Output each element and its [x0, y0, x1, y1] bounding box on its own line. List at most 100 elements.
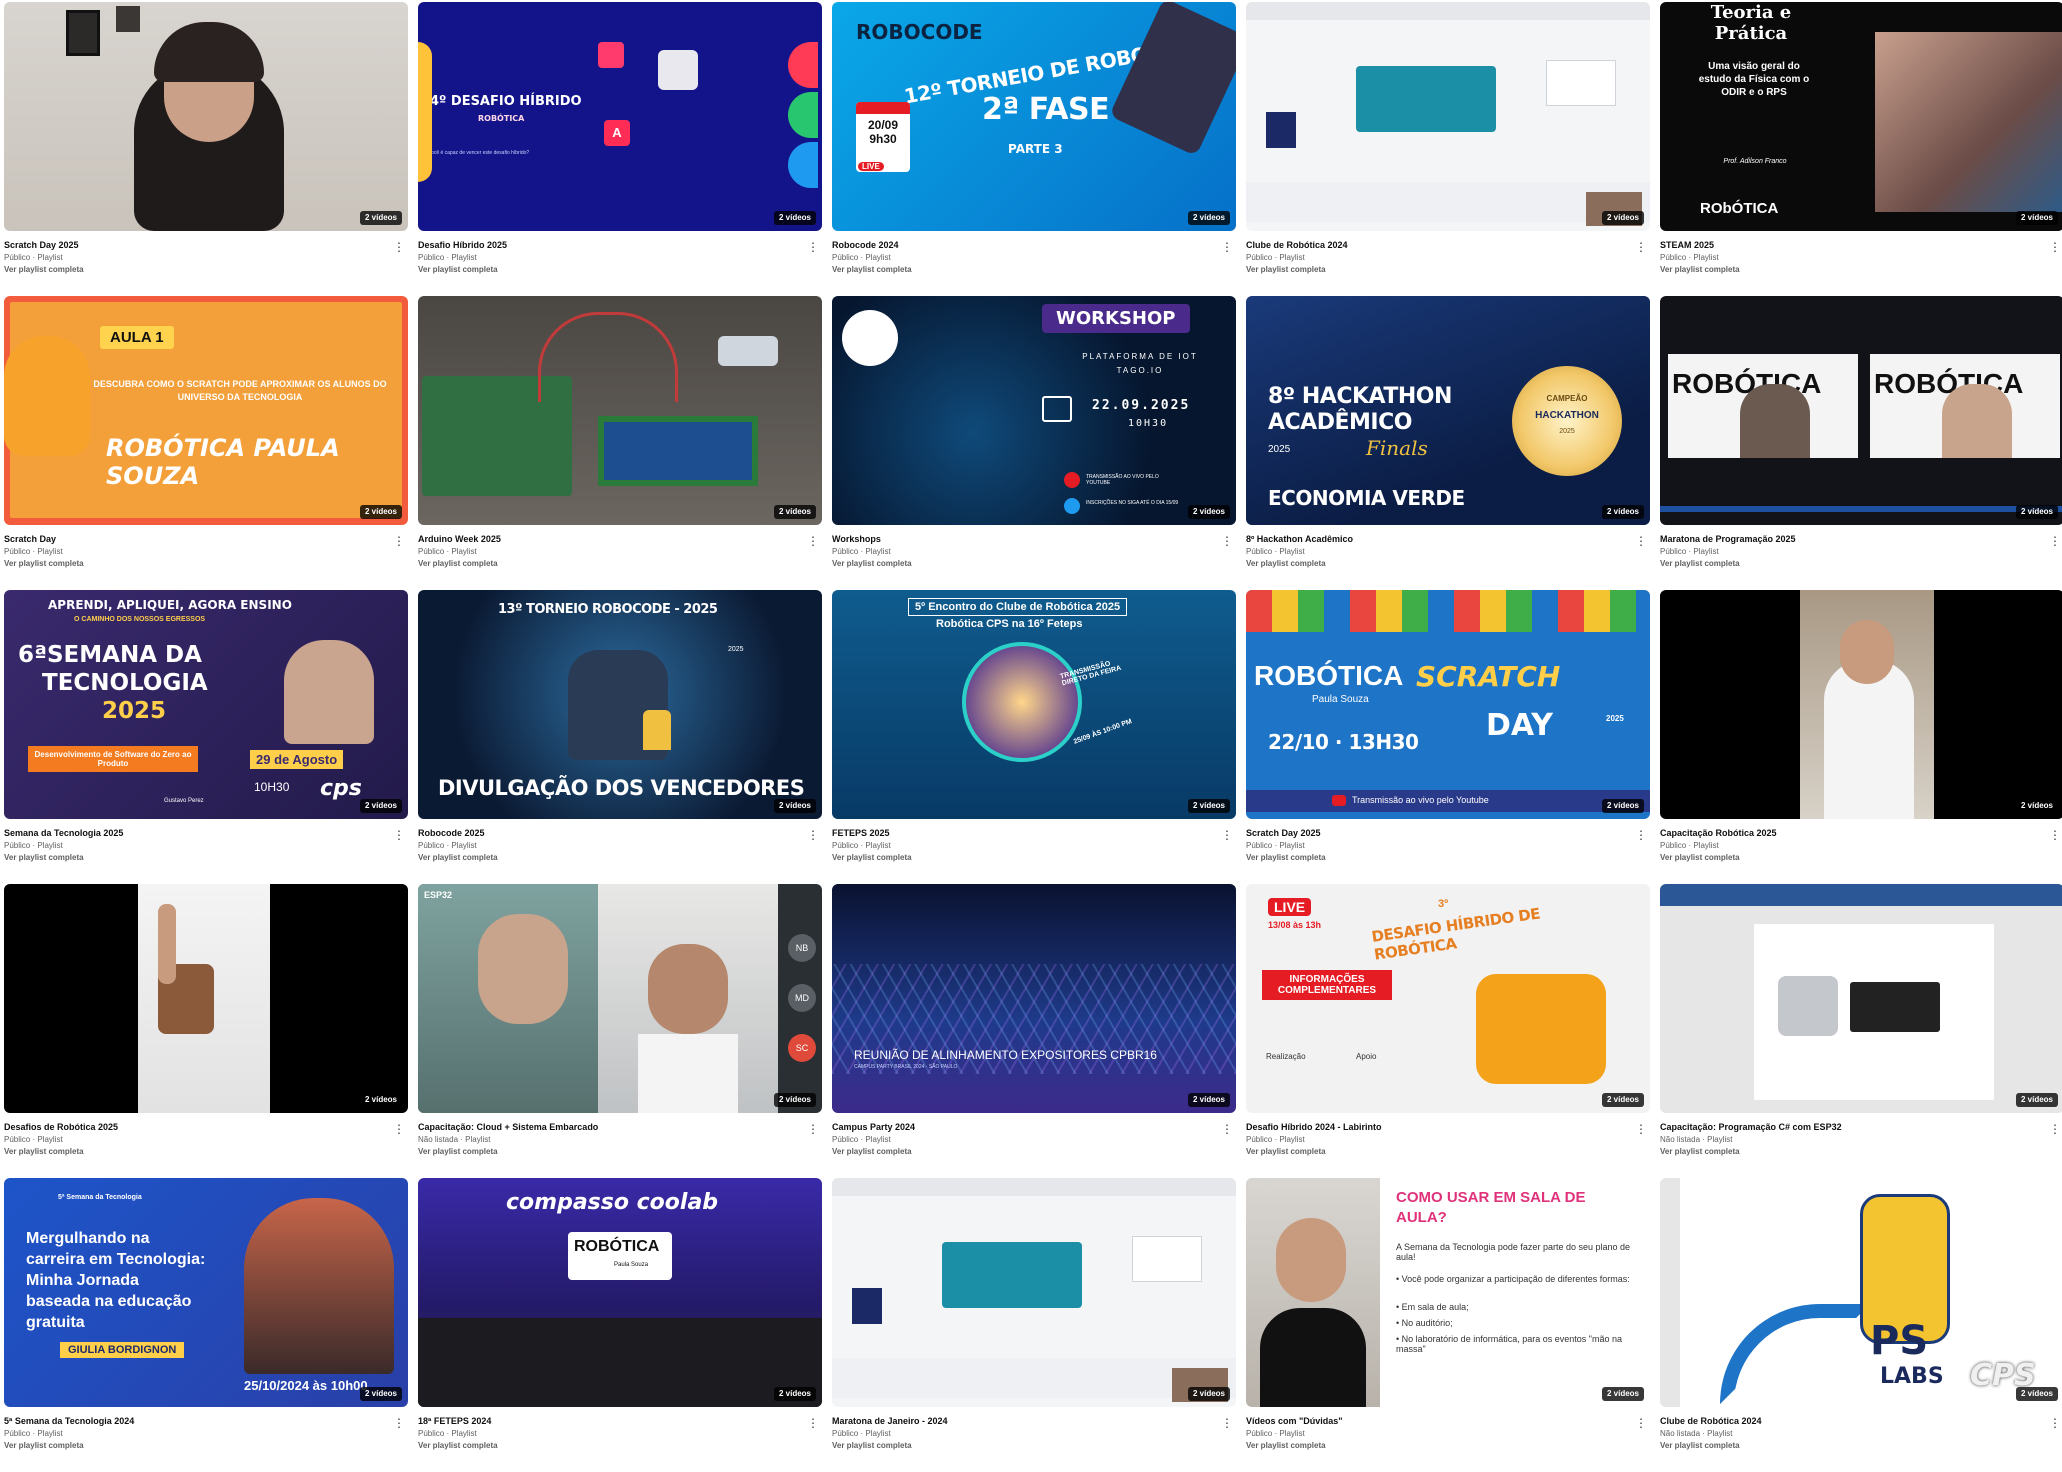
playlist-title[interactable]: Campus Party 2024 — [832, 1122, 1216, 1132]
more-options-icon[interactable]: ⋮ — [1220, 1414, 1234, 1432]
playlist-thumbnail[interactable]: LIVE 13/08 às 13h 3º DESAFIO HÍBRIDO DE … — [1246, 884, 1650, 1113]
playlist-card[interactable]: 2 vídeos Arduino Week 2025 Público · Pla… — [418, 296, 822, 590]
playlist-card[interactable]: AULA 1 DESCUBRA COMO O SCRATCH PODE APRO… — [4, 296, 408, 590]
view-full-playlist-link[interactable]: Ver playlist completa — [1660, 559, 1740, 568]
more-options-icon[interactable]: ⋮ — [2048, 532, 2062, 550]
playlist-card[interactable]: 2 vídeos Desafios de Robótica 2025 Públi… — [4, 884, 408, 1178]
playlist-card[interactable]: 2 vídeos Scratch Day 2025 Público · Play… — [4, 2, 408, 296]
playlist-thumbnail[interactable]: compasso coolab ROBÓTICA Paula Souza 2 v… — [418, 1178, 822, 1407]
view-full-playlist-link[interactable]: Ver playlist completa — [832, 559, 912, 568]
playlist-card[interactable]: 5ª Semana da Tecnologia Mergulhando na c… — [4, 1178, 408, 1472]
view-full-playlist-link[interactable]: Ver playlist completa — [1660, 853, 1740, 862]
view-full-playlist-link[interactable]: Ver playlist completa — [418, 1441, 498, 1450]
more-options-icon[interactable]: ⋮ — [2048, 826, 2062, 844]
playlist-card[interactable]: 4º DESAFIO HÍBRIDO ROBÓTICA Você é capaz… — [418, 2, 822, 296]
playlist-title[interactable]: FETEPS 2025 — [832, 828, 1216, 838]
view-full-playlist-link[interactable]: Ver playlist completa — [4, 265, 84, 274]
playlist-card[interactable]: 2 vídeos Capacitação: Programação C# com… — [1660, 884, 2062, 1178]
playlist-thumbnail[interactable]: AULA 1 DESCUBRA COMO O SCRATCH PODE APRO… — [4, 296, 408, 525]
more-options-icon[interactable]: ⋮ — [392, 1120, 406, 1138]
more-options-icon[interactable]: ⋮ — [392, 238, 406, 256]
more-options-icon[interactable]: ⋮ — [1634, 826, 1648, 844]
playlist-thumbnail[interactable]: 13º TORNEIO ROBOCODE - 2025 2025 DIVULGA… — [418, 590, 822, 819]
playlist-title[interactable]: Arduino Week 2025 — [418, 534, 802, 544]
playlist-thumbnail[interactable]: WORKSHOP PLATAFORMA DE IOT TAGO.IO 22.09… — [832, 296, 1236, 525]
view-full-playlist-link[interactable]: Ver playlist completa — [1246, 265, 1326, 274]
playlist-thumbnail[interactable]: 2 vídeos — [1660, 590, 2062, 819]
playlist-thumbnail[interactable]: ROBÓTICA ROBÓTICA 2 vídeos — [1660, 296, 2062, 525]
view-full-playlist-link[interactable]: Ver playlist completa — [832, 1147, 912, 1156]
more-options-icon[interactable]: ⋮ — [1634, 1120, 1648, 1138]
view-full-playlist-link[interactable]: Ver playlist completa — [4, 853, 84, 862]
playlist-thumbnail[interactable]: ESP32 NB MD SC 2 vídeos — [418, 884, 822, 1113]
view-full-playlist-link[interactable]: Ver playlist completa — [418, 559, 498, 568]
playlist-thumbnail[interactable]: 2 vídeos — [1246, 2, 1650, 231]
view-full-playlist-link[interactable]: Ver playlist completa — [1246, 559, 1326, 568]
more-options-icon[interactable]: ⋮ — [1634, 238, 1648, 256]
playlist-title[interactable]: Robocode 2024 — [832, 240, 1216, 250]
playlist-title[interactable]: Capacitação Robótica 2025 — [1660, 828, 2044, 838]
playlist-card[interactable]: COMO USAR EM SALA DE AULA? A Semana da T… — [1246, 1178, 1650, 1472]
more-options-icon[interactable]: ⋮ — [806, 1414, 820, 1432]
playlist-card[interactable]: 2 vídeos Capacitação Robótica 2025 Públi… — [1660, 590, 2062, 884]
more-options-icon[interactable]: ⋮ — [2048, 1120, 2062, 1138]
playlist-title[interactable]: Desafio Híbrido 2024 - Labirinto — [1246, 1122, 1630, 1132]
playlist-thumbnail[interactable]: 2 vídeos — [4, 884, 408, 1113]
playlist-title[interactable]: Desafio Híbrido 2025 — [418, 240, 802, 250]
view-full-playlist-link[interactable]: Ver playlist completa — [418, 853, 498, 862]
playlist-card[interactable]: compasso coolab ROBÓTICA Paula Souza 2 v… — [418, 1178, 822, 1472]
more-options-icon[interactable]: ⋮ — [806, 826, 820, 844]
playlist-card[interactable]: WORKSHOP PLATAFORMA DE IOT TAGO.IO 22.09… — [832, 296, 1236, 590]
view-full-playlist-link[interactable]: Ver playlist completa — [832, 265, 912, 274]
playlist-title[interactable]: Semana da Tecnologia 2025 — [4, 828, 388, 838]
view-full-playlist-link[interactable]: Ver playlist completa — [832, 853, 912, 862]
more-options-icon[interactable]: ⋮ — [392, 532, 406, 550]
playlist-thumbnail[interactable]: 5º Encontro do Clube de Robótica 2025 Ro… — [832, 590, 1236, 819]
playlist-title[interactable]: Desafios de Robótica 2025 — [4, 1122, 388, 1132]
playlist-title[interactable]: Capacitação: Programação C# com ESP32 — [1660, 1122, 2044, 1132]
more-options-icon[interactable]: ⋮ — [2048, 238, 2062, 256]
view-full-playlist-link[interactable]: Ver playlist completa — [1660, 1441, 1740, 1450]
playlist-thumbnail[interactable]: 8º HACKATHON ACADÊMICO 2025 Finals ECONO… — [1246, 296, 1650, 525]
more-options-icon[interactable]: ⋮ — [1634, 532, 1648, 550]
more-options-icon[interactable]: ⋮ — [806, 532, 820, 550]
view-full-playlist-link[interactable]: Ver playlist completa — [4, 1441, 84, 1450]
view-full-playlist-link[interactable]: Ver playlist completa — [1660, 265, 1740, 274]
playlist-card[interactable]: PS LABS CPS 2 vídeos Clube de Robótica 2… — [1660, 1178, 2062, 1472]
playlist-thumbnail[interactable]: PS LABS CPS 2 vídeos — [1660, 1178, 2062, 1407]
playlist-card[interactable]: REUNIÃO DE ALINHAMENTO EXPOSITORES CPBR1… — [832, 884, 1236, 1178]
playlist-thumbnail[interactable]: ROBÓTICA Paula Souza 22/10 · 13H30 SCRAT… — [1246, 590, 1650, 819]
view-full-playlist-link[interactable]: Ver playlist completa — [418, 265, 498, 274]
view-full-playlist-link[interactable]: Ver playlist completa — [418, 1147, 498, 1156]
playlist-card[interactable]: 5º Encontro do Clube de Robótica 2025 Ro… — [832, 590, 1236, 884]
more-options-icon[interactable]: ⋮ — [2048, 1414, 2062, 1432]
playlist-card[interactable]: 13º TORNEIO ROBOCODE - 2025 2025 DIVULGA… — [418, 590, 822, 884]
more-options-icon[interactable]: ⋮ — [1220, 532, 1234, 550]
playlist-title[interactable]: Workshops — [832, 534, 1216, 544]
playlist-thumbnail[interactable]: 2 vídeos — [1660, 884, 2062, 1113]
playlist-card[interactable]: 2 vídeos Maratona de Janeiro - 2024 Públ… — [832, 1178, 1236, 1472]
playlist-title[interactable]: Robocode 2025 — [418, 828, 802, 838]
playlist-title[interactable]: Scratch Day 2025 — [4, 240, 388, 250]
playlist-thumbnail[interactable]: Teoria e Prática Uma visão geral do estu… — [1660, 2, 2062, 231]
playlist-thumbnail[interactable]: 2 vídeos — [418, 296, 822, 525]
more-options-icon[interactable]: ⋮ — [1220, 238, 1234, 256]
playlist-card[interactable]: APRENDI, APLIQUEI, AGORA ENSINO O CAMINH… — [4, 590, 408, 884]
playlist-thumbnail[interactable]: APRENDI, APLIQUEI, AGORA ENSINO O CAMINH… — [4, 590, 408, 819]
playlist-card[interactable]: Teoria e Prática Uma visão geral do estu… — [1660, 2, 2062, 296]
more-options-icon[interactable]: ⋮ — [806, 238, 820, 256]
playlist-thumbnail[interactable]: 5ª Semana da Tecnologia Mergulhando na c… — [4, 1178, 408, 1407]
playlist-card[interactable]: ROBÓTICA ROBÓTICA 2 vídeos Maratona de P… — [1660, 296, 2062, 590]
playlist-card[interactable]: 2 vídeos Clube de Robótica 2024 Público … — [1246, 2, 1650, 296]
more-options-icon[interactable]: ⋮ — [806, 1120, 820, 1138]
view-full-playlist-link[interactable]: Ver playlist completa — [4, 1147, 84, 1156]
more-options-icon[interactable]: ⋮ — [392, 1414, 406, 1432]
view-full-playlist-link[interactable]: Ver playlist completa — [1660, 1147, 1740, 1156]
playlist-title[interactable]: Scratch Day 2025 — [1246, 828, 1630, 838]
view-full-playlist-link[interactable]: Ver playlist completa — [1246, 1147, 1326, 1156]
playlist-title[interactable]: 8º Hackathon Acadêmico — [1246, 534, 1630, 544]
view-full-playlist-link[interactable]: Ver playlist completa — [4, 559, 84, 568]
playlist-thumbnail[interactable]: 4º DESAFIO HÍBRIDO ROBÓTICA Você é capaz… — [418, 2, 822, 231]
playlist-card[interactable]: LIVE 13/08 às 13h 3º DESAFIO HÍBRIDO DE … — [1246, 884, 1650, 1178]
playlist-title[interactable]: Maratona de Programação 2025 — [1660, 534, 2044, 544]
